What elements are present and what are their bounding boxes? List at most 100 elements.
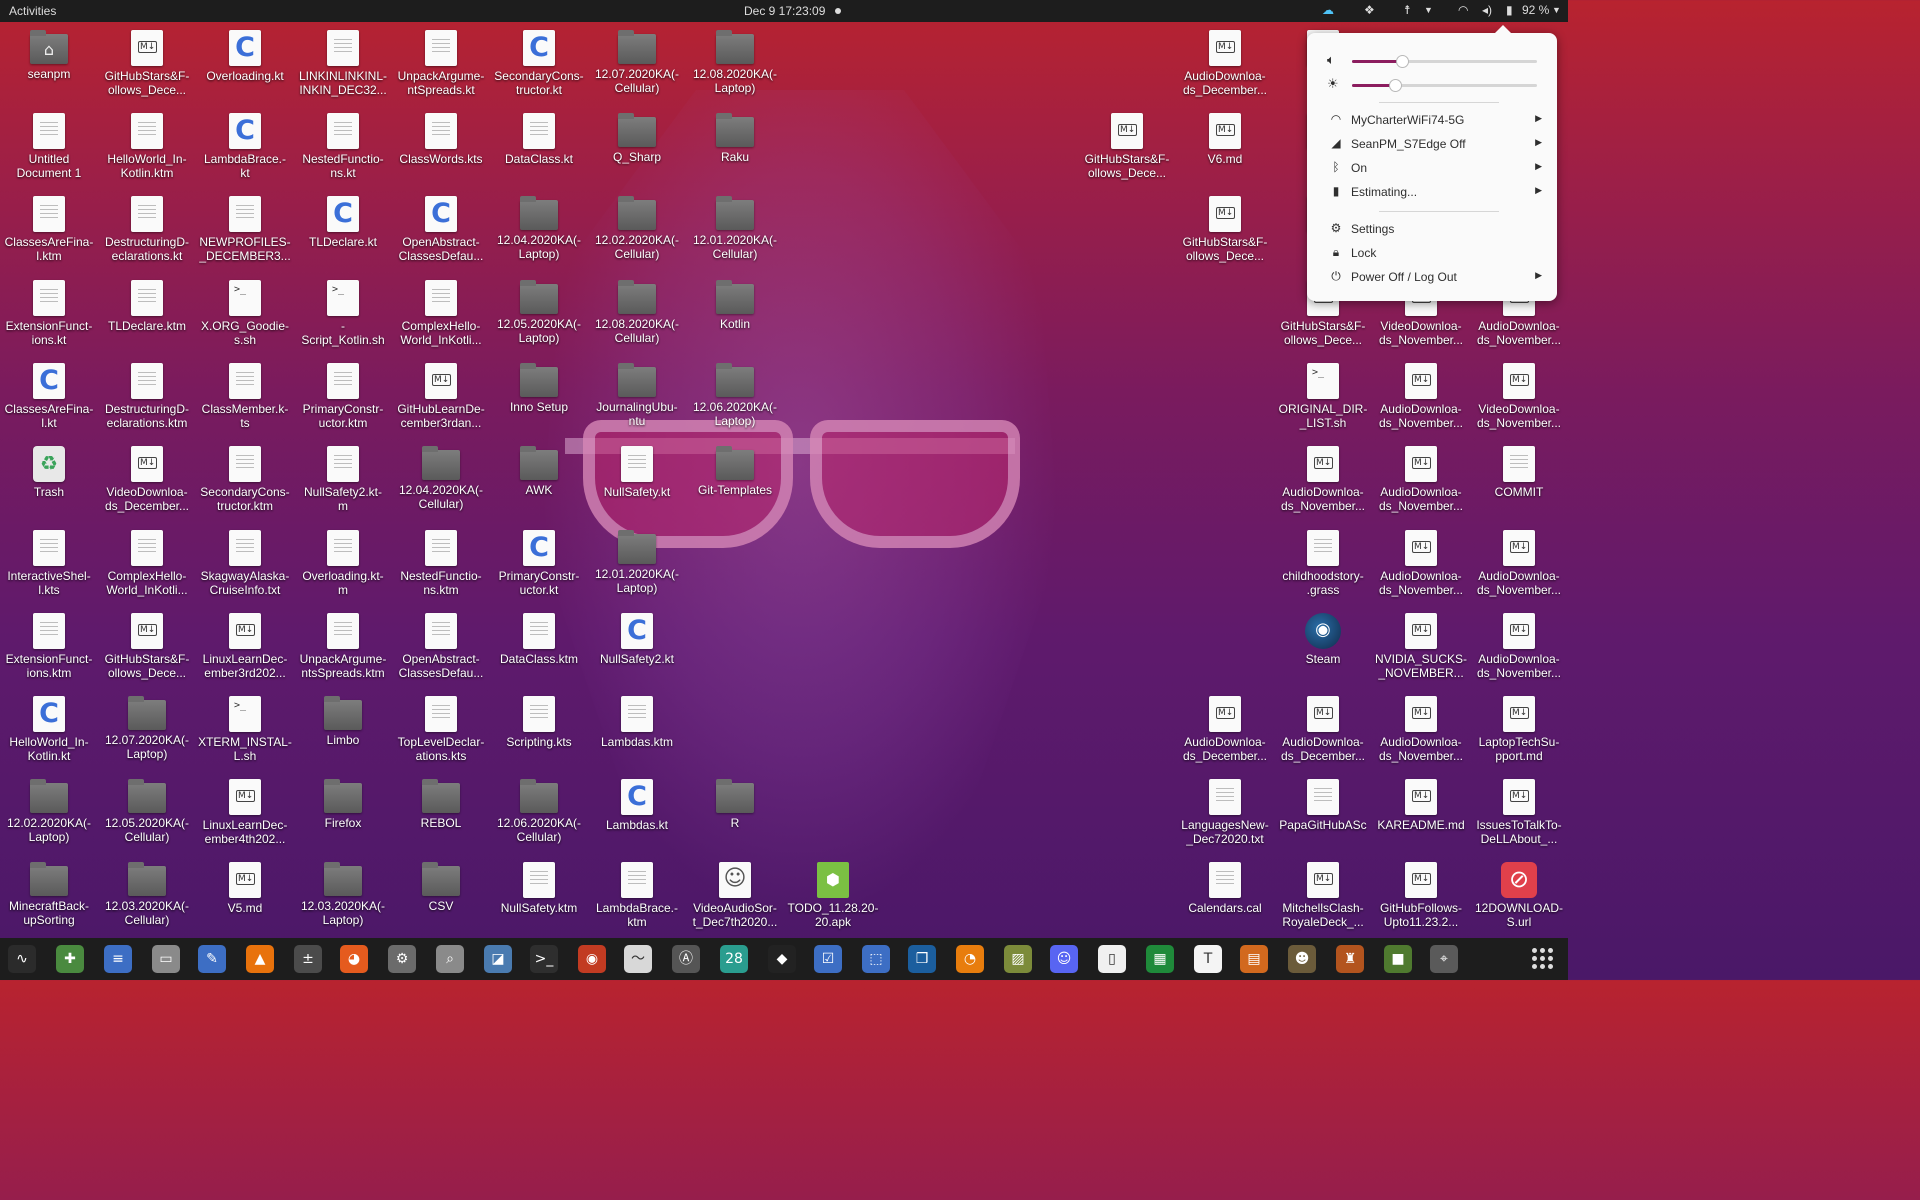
inkscape-icon[interactable]: ◆: [768, 945, 796, 973]
desktop-icon[interactable]: TopLevelDeclar- ations.kts: [392, 696, 490, 763]
desktop-icon[interactable]: NEWPROFILES- _DECEMBER3...: [196, 196, 294, 263]
calendar-icon[interactable]: 28: [720, 945, 748, 973]
desktop-icon[interactable]: NullSafety2.kt- m: [294, 446, 392, 513]
desktop-icon[interactable]: 12.07.2020KA(- Cellular): [588, 30, 686, 95]
desktop-icon[interactable]: Lambdas.kt: [588, 779, 686, 832]
desktop-icon[interactable]: SecondaryCons- tructor.kt: [490, 30, 588, 97]
signal-meter-icon[interactable]: 〜: [624, 945, 652, 973]
desktop-icon[interactable]: TLDeclare.ktm: [98, 280, 196, 333]
battery-icon[interactable]: ▮: [1506, 3, 1513, 17]
desktop-icon[interactable]: VideoAudioSor- t_Dec7th2020...: [686, 862, 784, 929]
bluetooth-menu-item[interactable]: ᛒ On ▶: [1327, 159, 1542, 179]
desktop-icon[interactable]: AudioDownloa- ds_December...: [1176, 30, 1274, 97]
lock-menu-item[interactable]: 🔒︎ Lock: [1327, 244, 1542, 264]
desktop-icon[interactable]: AudioDownloa- ds_November...: [1372, 446, 1470, 513]
hotspot-menu-item[interactable]: ◢ SeanPM_S7Edge Off ▶: [1327, 135, 1542, 155]
settings-menu-item[interactable]: ⚙ Settings: [1327, 220, 1542, 240]
desktop-icon[interactable]: PrimaryConstr- uctor.kt: [490, 530, 588, 597]
search-icon[interactable]: ⌕: [436, 945, 464, 973]
desktop-icon[interactable]: AudioDownloa- ds_November...: [1470, 530, 1568, 597]
calculator-icon[interactable]: ±: [294, 945, 322, 973]
desktop-icon[interactable]: seanpm: [0, 30, 98, 81]
desktop-icon[interactable]: KAREADME.md: [1372, 779, 1470, 832]
desktop-icon[interactable]: V6.md: [1176, 113, 1274, 166]
desktop-icon[interactable]: 12.01.2020KA(- Laptop): [588, 530, 686, 595]
desktop-icon[interactable]: IssuesToTalkTo- DeLLAbout_...: [1470, 779, 1568, 846]
battery-percent[interactable]: 92 %: [1522, 3, 1549, 17]
desktop-icon[interactable]: LinuxLearnDec- ember3rd202...: [196, 613, 294, 680]
desktop-icon[interactable]: 12DOWNLOAD- S.url: [1470, 862, 1568, 929]
typora-icon[interactable]: T: [1194, 945, 1222, 973]
desktop-icon[interactable]: Steam: [1274, 613, 1372, 666]
desktop-icon[interactable]: 12.08.2020KA(- Cellular): [588, 280, 686, 345]
desktop-icon[interactable]: VideoDownloa- ds_December...: [98, 446, 196, 513]
chevron-down-icon[interactable]: ▼: [1424, 5, 1433, 15]
virtualbox-icon[interactable]: ❒: [908, 945, 936, 973]
desktop-icon[interactable]: Git-Templates: [686, 446, 784, 497]
desktop-icon[interactable]: Limbo: [294, 696, 392, 747]
vlc-icon[interactable]: ▲: [246, 945, 274, 973]
desktop-icon[interactable]: 12.03.2020KA(- Cellular): [98, 862, 196, 927]
desktop-icon[interactable]: AudioDownloa- ds_November...: [1372, 530, 1470, 597]
desktop-icon[interactable]: Firefox: [294, 779, 392, 830]
accessibility-icon[interactable]: ☨: [1404, 3, 1411, 17]
desktop-icon[interactable]: childhoodstory- .grass: [1274, 530, 1372, 597]
desktop-icon[interactable]: ExtensionFunct- ions.ktm: [0, 613, 98, 680]
desktop-icon[interactable]: ORIGINAL_DIR- _LIST.sh: [1274, 363, 1372, 430]
show-applications-icon[interactable]: [1532, 948, 1554, 970]
desktop-icon[interactable]: NestedFunctio- ns.kt: [294, 113, 392, 180]
desktop-icon[interactable]: Lambdas.ktm: [588, 696, 686, 749]
desktop-icon[interactable]: 12.05.2020KA(- Cellular): [98, 779, 196, 844]
desktop-icon[interactable]: DataClass.ktm: [490, 613, 588, 666]
desktop-icon[interactable]: DestructuringD- eclarations.ktm: [98, 363, 196, 430]
desktop-icon[interactable]: GitHubLearnDe- cember3rdan...: [392, 363, 490, 430]
desktop-icon[interactable]: AudioDownloa- ds_December...: [1274, 696, 1372, 763]
desktop-icon[interactable]: NullSafety2.kt: [588, 613, 686, 666]
desktop-icon[interactable]: TLDeclare.kt: [294, 196, 392, 249]
document-icon[interactable]: ▯: [1098, 945, 1126, 973]
desktop-icon[interactable]: AudioDownloa- ds_December...: [1176, 696, 1274, 763]
desktop-icon[interactable]: NullSafety.kt: [588, 446, 686, 499]
battery-menu-item[interactable]: ▮ Estimating... ▶: [1327, 183, 1542, 203]
desktop-icon[interactable]: NestedFunctio- ns.ktm: [392, 530, 490, 597]
spreadsheet-icon[interactable]: ▦: [1146, 945, 1174, 973]
image-editor-icon[interactable]: ▨: [1004, 945, 1032, 973]
desktop-icon[interactable]: Untitled Document 1: [0, 113, 98, 180]
volume-slider[interactable]: 🔈︎: [1327, 53, 1547, 69]
desktop-icon[interactable]: 12.02.2020KA(- Cellular): [588, 196, 686, 261]
desktop-icon[interactable]: AudioDownloa- ds_November...: [1372, 363, 1470, 430]
desktop-icon[interactable]: 12.04.2020KA(- Laptop): [490, 196, 588, 261]
game-icon[interactable]: ♜: [1336, 945, 1364, 973]
desktop-icon[interactable]: ComplexHello- World_InKotli...: [98, 530, 196, 597]
text-document-icon[interactable]: ≡: [104, 945, 132, 973]
tasks-icon[interactable]: ☑: [814, 945, 842, 973]
desktop-icon[interactable]: OpenAbstract- ClassesDefau...: [392, 613, 490, 680]
gimp-icon[interactable]: ☻: [1288, 945, 1316, 973]
discord-icon[interactable]: ☺: [1050, 945, 1078, 973]
desktop-icon[interactable]: CSV: [392, 862, 490, 913]
desktop-icon[interactable]: - Script_Kotlin.sh: [294, 280, 392, 347]
desktop-icon[interactable]: Q_Sharp: [588, 113, 686, 164]
firefox-icon[interactable]: ◕: [340, 945, 368, 973]
screenshot-icon[interactable]: ⬚: [862, 945, 890, 973]
dropbox-icon[interactable]: ❖: [1364, 3, 1375, 17]
desktop-icon[interactable]: MitchellsClash- RoyaleDeck_...: [1274, 862, 1372, 929]
desktop-icon[interactable]: PrimaryConstr- uctor.ktm: [294, 363, 392, 430]
power-menu-item[interactable]: ⏻ Power Off / Log Out ▶: [1327, 268, 1542, 288]
settings-icon[interactable]: ⚙: [388, 945, 416, 973]
chevron-down-icon[interactable]: ▼: [1552, 5, 1561, 15]
desktop-icon[interactable]: 12.05.2020KA(- Laptop): [490, 280, 588, 345]
desktop-icon[interactable]: 12.06.2020KA(- Laptop): [686, 363, 784, 428]
desktop-icon[interactable]: XTERM_INSTAL- L.sh: [196, 696, 294, 763]
desktop-icon[interactable]: DataClass.kt: [490, 113, 588, 166]
desktop-icon[interactable]: NullSafety.ktm: [490, 862, 588, 915]
activities-button[interactable]: Activities: [9, 4, 56, 18]
desktop-icon[interactable]: 12.07.2020KA(- Laptop): [98, 696, 196, 761]
wifi-icon[interactable]: ◠: [1458, 3, 1468, 17]
desktop-icon[interactable]: GitHubStars&F- ollows_Dece...: [1176, 196, 1274, 263]
desktop-icon[interactable]: GitHubFollows- Upto11.23.2...: [1372, 862, 1470, 929]
desktop-icon[interactable]: Overloading.kt: [196, 30, 294, 83]
brightness-slider[interactable]: ☀: [1327, 77, 1547, 93]
desktop-icon[interactable]: ClassWords.kts: [392, 113, 490, 166]
desktop-icon[interactable]: LINKINLINKINL- INKIN_DEC32...: [294, 30, 392, 97]
